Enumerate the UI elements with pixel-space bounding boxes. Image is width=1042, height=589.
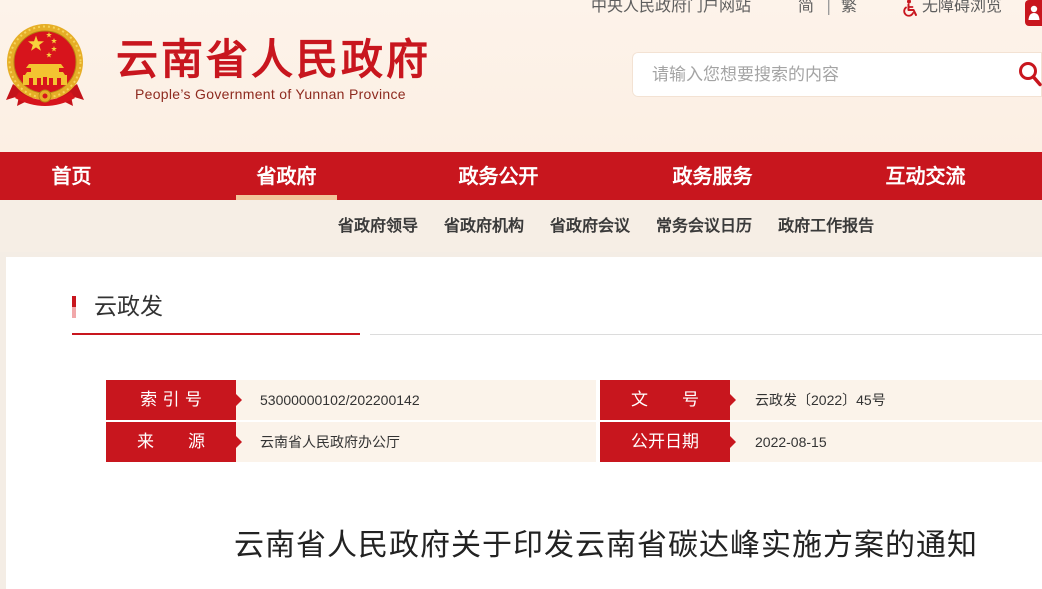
info-label-index-number: 索 引 号 <box>106 380 242 420</box>
search-input[interactable] <box>652 52 1012 97</box>
section-title: 云政发 <box>94 294 163 320</box>
subnav-list: 省政府领导 省政府机构 省政府会议 常务会议日历 政府工作报告 <box>338 200 874 252</box>
accessibility-link[interactable]: 无障碍浏览 <box>901 0 1002 17</box>
nav-item-interaction[interactable]: 互动交流 <box>875 152 976 200</box>
subnav-item-meetings[interactable]: 省政府会议 <box>550 200 630 252</box>
main-nav: 首页 省政府 政务公开 政务服务 互动交流 <box>0 152 1042 200</box>
nav-item-government-affairs-disclosure[interactable]: 政务公开 <box>448 152 549 200</box>
central-gov-portal-link[interactable]: 中央人民政府门户网站 <box>591 0 751 16</box>
subnav-item-agencies[interactable]: 省政府机构 <box>444 200 524 252</box>
article-title: 云南省人民政府关于印发云南省碳达峰实施方案的通知 <box>234 528 978 563</box>
info-value-index-number: 53000000102/202200142 <box>236 380 596 420</box>
section-underline <box>370 334 1042 335</box>
national-emblem-icon <box>5 22 85 108</box>
traditional-chinese-link[interactable]: 繁 <box>841 0 857 16</box>
accessibility-label: 无障碍浏览 <box>922 0 1003 15</box>
subnav: 省政府领导 省政府机构 省政府会议 常务会议日历 政府工作报告 <box>0 200 1042 252</box>
subnav-item-leaders[interactable]: 省政府领导 <box>338 200 418 252</box>
info-label-source: 来 源 <box>106 422 242 462</box>
simplified-chinese-link[interactable]: 简 <box>798 0 814 16</box>
user-icon[interactable] <box>1025 0 1042 26</box>
nav-item-provincial-government[interactable]: 省政府 <box>236 152 337 200</box>
site-header: 中央人民政府门户网站 简 | 繁 无障碍浏览 云南省人民政府 People’s … <box>0 0 1042 152</box>
content-panel: 云政发 索 引 号 53000000102/202200142 文 号 云政发〔… <box>6 257 1042 589</box>
search-button[interactable] <box>1018 61 1042 87</box>
wheelchair-icon <box>901 0 919 17</box>
info-label-publish-date: 公开日期 <box>600 422 736 462</box>
subnav-item-executive-meeting-calendar[interactable]: 常务会议日历 <box>656 200 752 252</box>
search-box <box>632 52 1042 97</box>
info-value-document-number: 云政发〔2022〕45号 <box>730 380 1042 420</box>
search-icon <box>1018 61 1042 87</box>
site-title: 云南省人民政府 <box>116 35 432 84</box>
subnav-item-work-report[interactable]: 政府工作报告 <box>778 200 874 252</box>
info-value-publish-date: 2022-08-15 <box>730 422 1042 462</box>
site-subtitle: People’s Government of Yunnan Province <box>135 86 406 102</box>
section-underline-accent <box>72 333 360 335</box>
nav-item-government-services[interactable]: 政务服务 <box>662 152 763 200</box>
language-separator: | <box>826 0 832 15</box>
section-marker <box>72 296 76 318</box>
info-value-source: 云南省人民政府办公厅 <box>236 422 596 462</box>
nav-item-home[interactable]: 首页 <box>21 152 122 200</box>
info-label-document-number: 文 号 <box>600 380 736 420</box>
